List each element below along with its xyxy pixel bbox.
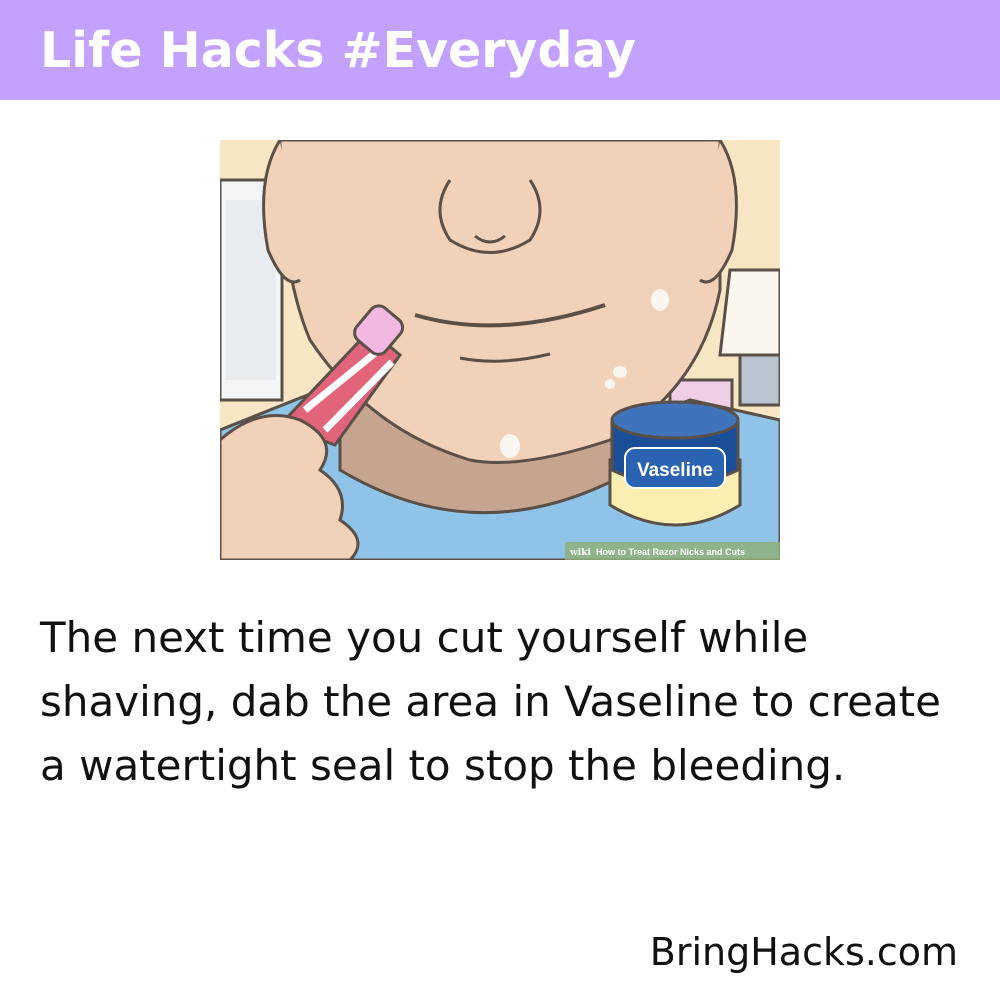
header-banner: Life Hacks #Everyday <box>0 0 1000 100</box>
page-title: Life Hacks #Everyday <box>40 22 636 79</box>
shaving-illustration: Vaseline wiki How to Treat Razor Nicks a… <box>220 140 780 560</box>
jar-label: Vaseline <box>637 460 713 481</box>
illustration: Vaseline wiki How to Treat Razor Nicks a… <box>220 140 780 560</box>
watermark-prefix: wiki <box>569 548 591 558</box>
watermark-text: How to Treat Razor Nicks and Cuts <box>596 547 745 557</box>
hack-description: The next time you cut yourself while sha… <box>40 613 941 790</box>
vaseline-jar: Vaseline <box>608 400 742 527</box>
dab <box>651 289 669 311</box>
site-brand: BringHacks.com <box>649 930 958 974</box>
lamp <box>718 268 780 357</box>
